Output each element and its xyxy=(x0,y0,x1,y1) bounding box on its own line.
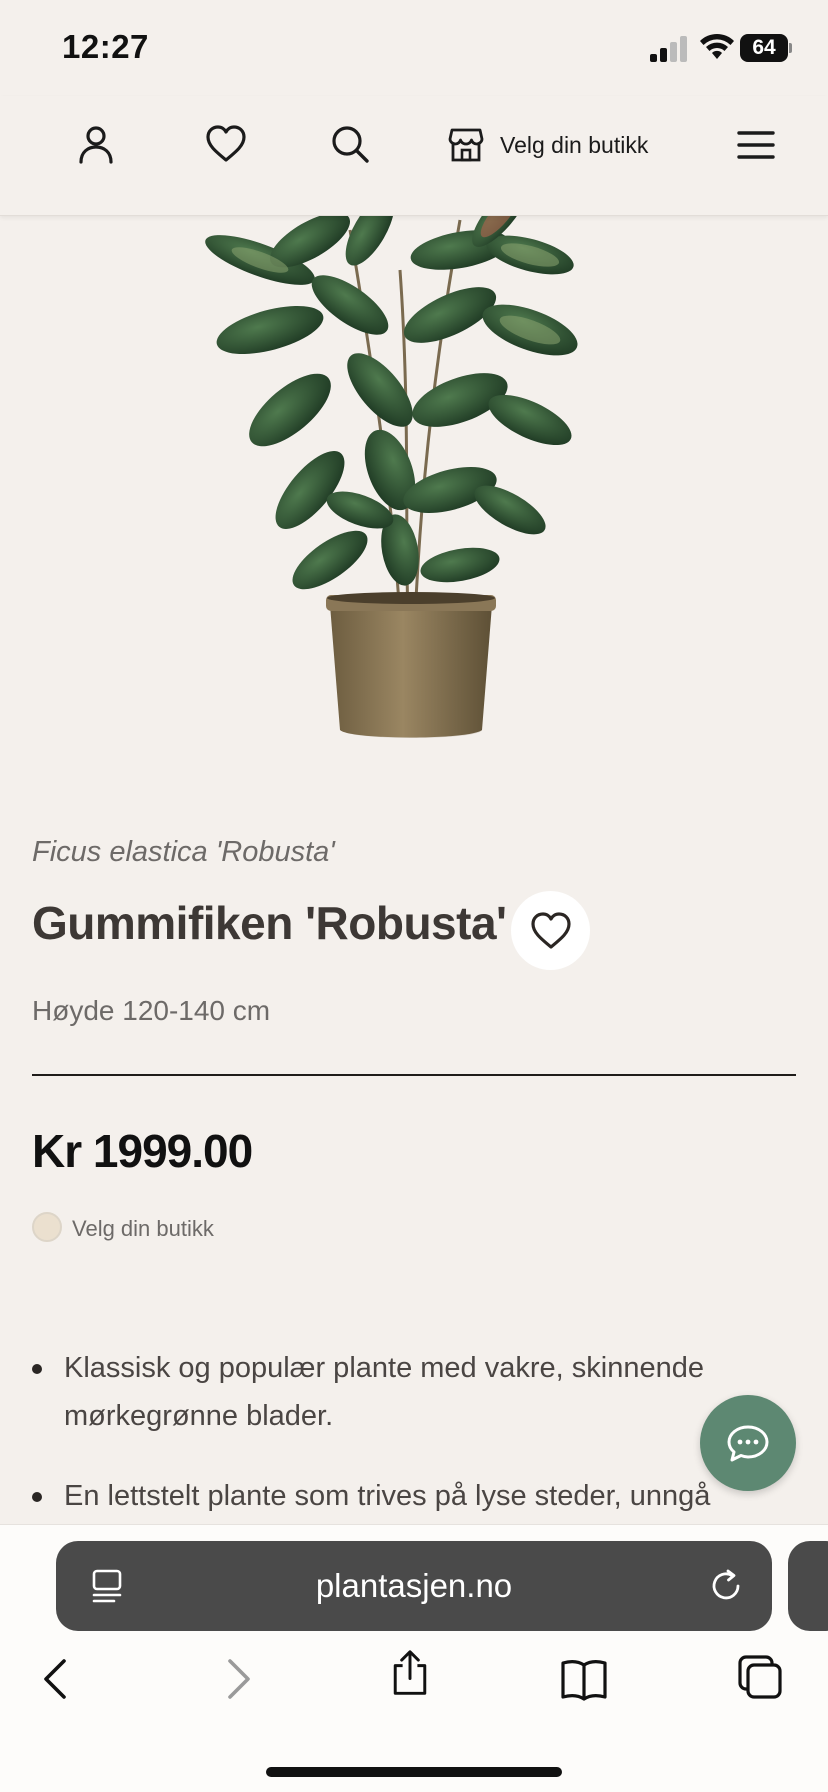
product-image xyxy=(205,210,578,738)
product-height: Høyde 120-140 cm xyxy=(32,995,271,1026)
cellular-signal-icon xyxy=(650,36,687,62)
forward-icon[interactable] xyxy=(212,1655,260,1703)
description-bullet-text: Klassisk og populær plante med vakre, sk… xyxy=(64,1352,704,1432)
top-navigation: Velg din butikk xyxy=(0,96,828,216)
add-to-favorites-button[interactable] xyxy=(511,891,590,970)
status-time: 12:27 xyxy=(62,28,149,65)
menu-icon[interactable] xyxy=(736,126,776,166)
product-price: Kr 1999.00 xyxy=(32,1125,253,1177)
share-icon[interactable] xyxy=(386,1649,434,1697)
battery-level: 64 xyxy=(740,34,788,62)
reload-icon[interactable] xyxy=(708,1568,744,1604)
heart-icon[interactable] xyxy=(205,124,247,164)
tabs-icon[interactable] xyxy=(736,1653,784,1701)
heart-icon xyxy=(530,911,571,949)
chat-button[interactable] xyxy=(700,1395,796,1491)
nav-store-selector[interactable]: Velg din butikk xyxy=(500,132,648,159)
store-select-link[interactable]: Velg din butikk xyxy=(72,1216,214,1242)
store-availability-indicator[interactable] xyxy=(32,1212,62,1242)
battery-icon: 64 xyxy=(740,34,792,62)
back-icon[interactable] xyxy=(34,1655,82,1703)
chat-bubble-icon xyxy=(727,1425,769,1462)
status-bar: 12:27 64 xyxy=(0,0,828,96)
bookmarks-icon[interactable] xyxy=(560,1655,608,1703)
product-latin-name: Ficus elastica 'Robusta' xyxy=(32,836,335,868)
store-icon[interactable] xyxy=(448,124,484,164)
search-icon[interactable] xyxy=(330,124,370,164)
home-indicator xyxy=(266,1767,562,1777)
description-bullet-text: En lettstelt plante som trives på lyse s… xyxy=(64,1480,711,1512)
url-text[interactable]: plantasjen.no xyxy=(56,1541,772,1631)
browser-toolbar: plantasjen.no xyxy=(0,1524,828,1792)
next-tab-preview[interactable] xyxy=(788,1541,828,1631)
divider xyxy=(32,1074,796,1076)
wifi-icon xyxy=(700,33,734,59)
user-icon[interactable] xyxy=(76,124,116,164)
address-bar[interactable]: plantasjen.no xyxy=(56,1541,772,1631)
product-title: Gummifiken 'Robusta' xyxy=(32,897,507,949)
